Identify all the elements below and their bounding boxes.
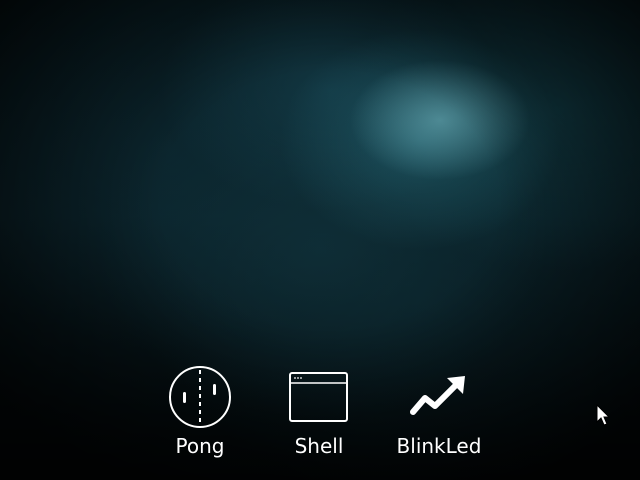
desktop-icon-pong[interactable]: Pong bbox=[145, 364, 255, 464]
desktop-icon-label: BlinkLed bbox=[396, 434, 482, 458]
desktop-icon-label: Shell bbox=[294, 434, 344, 458]
desktop-icon-shell[interactable]: Shell bbox=[264, 364, 374, 464]
desktop-icon-blinkled[interactable]: BlinkLed bbox=[384, 364, 494, 464]
desktop-background: Pong Shell BlinkLed bbox=[0, 0, 640, 480]
desktop-icon-label: Pong bbox=[175, 434, 225, 458]
trend-arrow-icon bbox=[384, 364, 494, 430]
pong-icon bbox=[145, 364, 255, 430]
terminal-window-icon bbox=[264, 364, 374, 430]
arrow-cursor-icon bbox=[596, 403, 611, 426]
